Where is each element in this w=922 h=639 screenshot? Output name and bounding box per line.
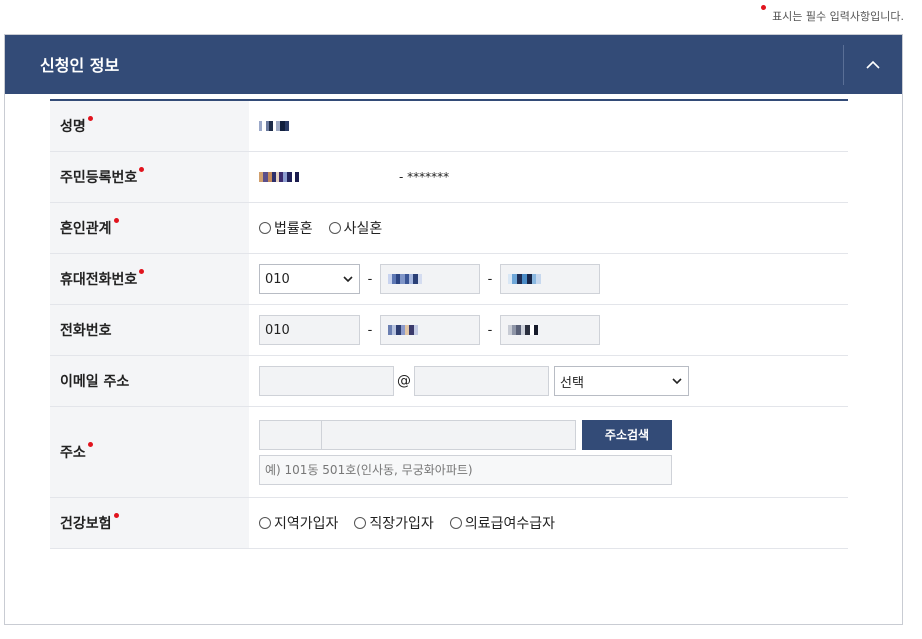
radio-circle-icon[interactable] bbox=[328, 222, 341, 234]
masked-phone-last bbox=[508, 325, 538, 335]
masked-name-value bbox=[259, 121, 289, 132]
mobile-middle-input[interactable] bbox=[380, 264, 480, 294]
chevron-up-icon bbox=[866, 60, 880, 69]
radio-employee-subscriber[interactable]: 직장가입자 bbox=[354, 513, 434, 533]
masked-mobile-last bbox=[508, 274, 541, 284]
label-email: 이메일 주소 bbox=[50, 356, 249, 406]
required-dot-icon bbox=[87, 115, 93, 121]
email-id-input[interactable] bbox=[259, 366, 394, 396]
radio-circle-icon[interactable] bbox=[259, 517, 271, 529]
email-at-sign: @ bbox=[397, 373, 411, 389]
label-marital: 혼인관계 bbox=[50, 203, 249, 253]
email-domain-select[interactable]: 선택 bbox=[554, 366, 689, 396]
row-marital: 혼인관계 법률혼 사실혼 bbox=[50, 203, 848, 254]
radio-circle-icon[interactable] bbox=[259, 222, 271, 234]
masked-resident-front bbox=[259, 171, 299, 183]
phone-prefix-input[interactable]: 010 bbox=[259, 315, 360, 345]
label-resident-number: 주민등록번호 bbox=[50, 152, 249, 202]
collapse-button[interactable] bbox=[843, 45, 902, 85]
required-dot-icon bbox=[139, 268, 145, 274]
required-dot-icon bbox=[113, 217, 119, 223]
email-domain-input[interactable] bbox=[414, 366, 549, 396]
zipcode-input[interactable] bbox=[259, 419, 322, 450]
radio-circle-icon[interactable] bbox=[354, 517, 367, 529]
panel-header: 신청인 정보 bbox=[5, 35, 902, 94]
radio-de-facto-marriage[interactable]: 사실혼 bbox=[328, 218, 382, 238]
masked-phone-middle bbox=[388, 325, 418, 335]
row-mobile: 휴대전화번호 010 - - bbox=[50, 254, 848, 305]
phone-last-input[interactable] bbox=[500, 315, 600, 345]
row-health-insurance: 건강보험 지역가입자 직장가입자 의료급여수급자 bbox=[50, 498, 848, 549]
radio-regional-subscriber[interactable]: 지역가입자 bbox=[259, 513, 338, 533]
phone-middle-input[interactable] bbox=[380, 315, 480, 345]
chevron-down-icon bbox=[672, 377, 682, 384]
radio-legal-marriage[interactable]: 법률혼 bbox=[259, 218, 313, 238]
applicant-form: 성명 주민등록번호 - ******* 혼인관계 법률혼 사실혼 휴대전화번호 … bbox=[50, 99, 848, 549]
label-name: 성명 bbox=[50, 101, 249, 151]
panel-title: 신청인 정보 bbox=[40, 56, 120, 75]
required-note: 표시는 필수 입력사항입니다. bbox=[761, 5, 904, 24]
masked-mobile-middle bbox=[388, 274, 422, 284]
required-dot-icon bbox=[761, 5, 767, 10]
insurance-radio-group: 지역가입자 직장가입자 의료급여수급자 bbox=[259, 513, 555, 533]
mobile-last-input[interactable] bbox=[500, 264, 600, 294]
address-base-input[interactable] bbox=[322, 419, 576, 450]
mobile-prefix-select[interactable]: 010 bbox=[259, 264, 360, 294]
row-name: 성명 bbox=[50, 101, 848, 152]
row-email: 이메일 주소 @ 선택 bbox=[50, 356, 848, 407]
label-mobile: 휴대전화번호 bbox=[50, 254, 249, 304]
row-resident-number: 주민등록번호 - ******* bbox=[50, 152, 848, 203]
address-detail-input[interactable]: 예) 101동 501호(인사동, 무궁화아파트) bbox=[259, 454, 672, 485]
row-phone: 전화번호 010 - - bbox=[50, 305, 848, 356]
required-dot-icon bbox=[87, 441, 93, 447]
address-search-button[interactable]: 주소검색 bbox=[582, 419, 672, 450]
radio-medical-aid-recipient[interactable]: 의료급여수급자 bbox=[449, 513, 555, 533]
radio-circle-icon[interactable] bbox=[449, 517, 462, 529]
row-address: 주소 주소검색 예) 101동 501호(인사동, 무궁화아파트) bbox=[50, 407, 848, 498]
required-dot-icon bbox=[139, 166, 145, 172]
resident-masked-suffix: - ******* bbox=[399, 170, 450, 184]
label-phone: 전화번호 bbox=[50, 305, 249, 355]
label-address: 주소 bbox=[50, 407, 249, 497]
label-health-insurance: 건강보험 bbox=[50, 498, 249, 548]
marital-radio-group: 법률혼 사실혼 bbox=[259, 218, 382, 238]
required-dot-icon bbox=[113, 512, 119, 518]
chevron-down-icon bbox=[343, 275, 353, 282]
